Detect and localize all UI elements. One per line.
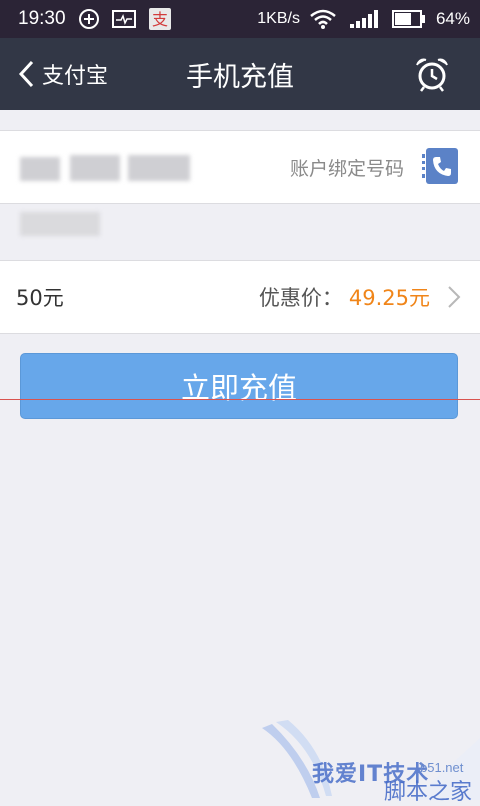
battery-icon — [391, 10, 426, 28]
amount-value: 50元 — [16, 286, 64, 310]
status-time: 19:30 — [18, 8, 66, 29]
nav-bar: 手机充值 支付宝 — [0, 38, 480, 110]
bound-number-label: 账户绑定号码 — [289, 157, 404, 180]
amount-selector[interactable]: 50元 优惠价： 49.25元 — [0, 260, 480, 334]
discount-price-group: 优惠价： 49.25元 — [259, 261, 430, 333]
battery-percent: 64% — [435, 9, 470, 28]
account-name-blurred — [20, 210, 100, 238]
overlay-red-line — [0, 399, 480, 400]
watermark-site-name: 脚本之家 — [384, 780, 473, 805]
back-button[interactable]: 支付宝 — [18, 38, 108, 110]
phone-contact-icon[interactable] — [422, 148, 458, 184]
recharge-now-button[interactable]: 立即充值 — [20, 353, 458, 419]
network-speed: 1KB/s — [257, 10, 300, 27]
back-label: 支付宝 — [42, 64, 109, 89]
discount-label: 优惠价： — [258, 286, 343, 310]
chevron-right-icon — [448, 286, 461, 308]
phone-number-row[interactable]: 账户绑定号码 — [0, 130, 480, 204]
svg-text:支: 支 — [152, 10, 168, 29]
status-bar: 19:30 支 1KB/s 64% — [0, 0, 480, 38]
activity-monitor-icon — [111, 9, 136, 29]
chevron-left-icon — [18, 60, 34, 88]
signal-icon — [349, 10, 378, 28]
alipay-notification-icon: 支 — [148, 7, 172, 31]
watermark-url: b51.net — [420, 760, 464, 775]
discount-price: 49.25元 — [348, 286, 430, 310]
alarm-clock-icon[interactable] — [414, 56, 450, 92]
plus-circle-icon — [78, 8, 100, 30]
wifi-icon — [310, 9, 336, 29]
